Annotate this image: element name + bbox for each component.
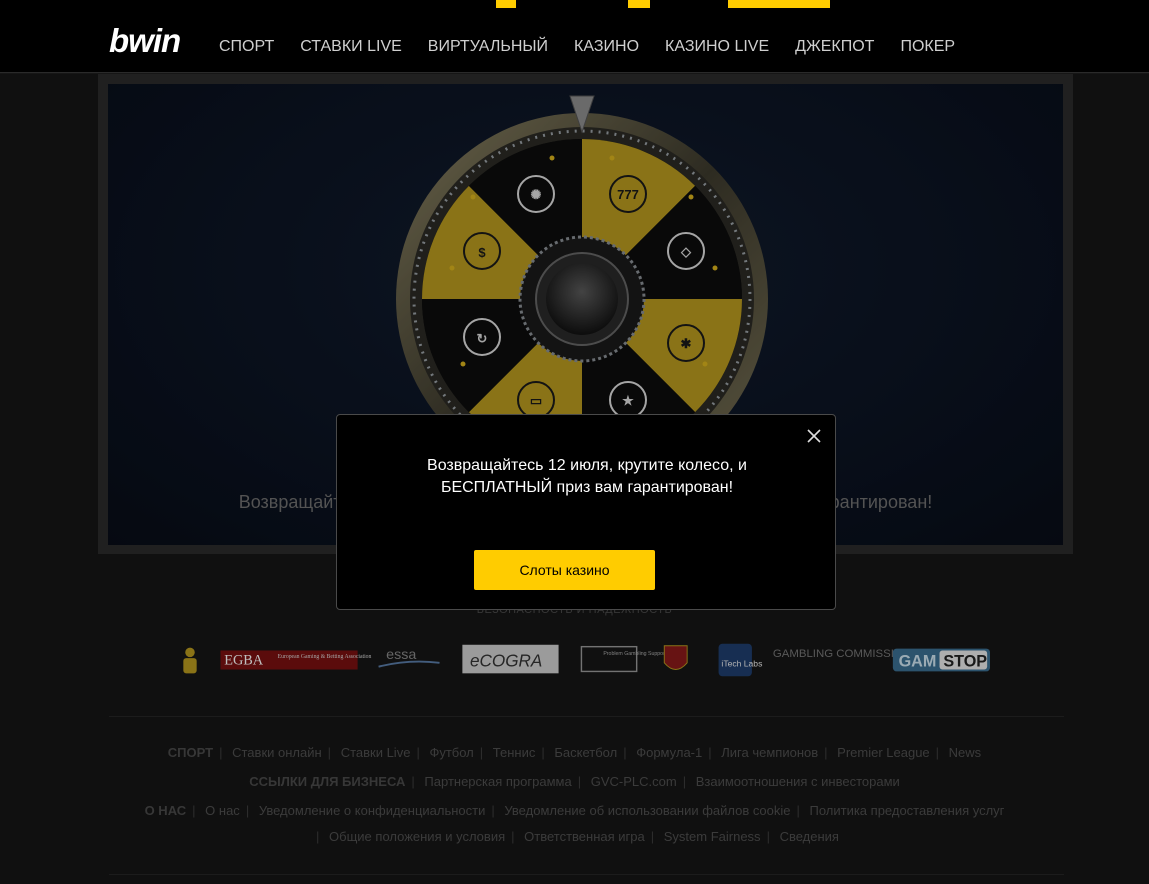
modal-message: Возвращайтесь 12 июля, крутите колесо, и…	[377, 455, 797, 499]
nav-item-sport[interactable]: СПОРТ	[219, 38, 274, 56]
footer-heading-about[interactable]: О НАС	[145, 803, 187, 818]
svg-text:▭: ▭	[530, 393, 542, 408]
footer-link[interactable]: Premier League	[837, 745, 930, 760]
itech-labs-logo[interactable]: iTech Labs	[718, 643, 763, 677]
nav-item-casino[interactable]: КАЗИНО	[574, 38, 639, 56]
svg-text:777: 777	[617, 187, 639, 202]
top-menu-stub[interactable]	[628, 0, 650, 8]
modal-message-line-1: Возвращайтесь 12 июля, крутите колесо, и	[427, 457, 747, 474]
footer-row-about: О НАС | О нас | Уведомление о конфиденциал…	[144, 803, 1005, 818]
footer-link[interactable]: Уведомление о конфиденциальности	[259, 803, 486, 818]
footer-link[interactable]: Футбол	[429, 745, 473, 760]
close-icon[interactable]	[805, 427, 823, 445]
footer-link[interactable]: Ответственная игра	[524, 829, 645, 844]
nav-item-poker[interactable]: ПОКЕР	[900, 38, 955, 56]
gambling-commission-logo[interactable]: GAMBLING COMMISSION	[773, 648, 911, 660]
footer-link[interactable]: Ставки онлайн	[232, 745, 322, 760]
footer-divider	[109, 716, 1064, 717]
top-login-button-stub[interactable]	[728, 0, 830, 8]
footer-link[interactable]: Лига чемпионов	[721, 745, 818, 760]
nav-item-jackpot[interactable]: ДЖЕКПОТ	[795, 38, 874, 56]
security-logos: EGBA European Gaming & Betting Associati…	[183, 643, 990, 677]
svg-text:✱: ✱	[681, 336, 692, 351]
svg-text:GAMBLING COMMISSION: GAMBLING COMMISSION	[773, 648, 911, 660]
bwin-logo[interactable]: bwin	[109, 22, 181, 60]
svg-text:iTech Labs: iTech Labs	[721, 659, 762, 669]
header: bwin СПОРТ СТАВКИ LIVE ВИРТУАЛЬНЫЙ КАЗИН…	[0, 0, 1149, 73]
egba-logo[interactable]: EGBA European Gaming & Betting Associati…	[220, 650, 372, 670]
svg-text:★: ★	[622, 393, 634, 408]
footer-link[interactable]: News	[949, 745, 982, 760]
nav-item-virtual[interactable]: ВИРТУАЛЬНЫЙ	[428, 38, 548, 56]
footer-row-business: ССЫЛКИ ДЛЯ БИЗНЕСА | Партнерская программ…	[249, 774, 900, 789]
footer-link[interactable]: Общие положения и условия	[329, 829, 505, 844]
svg-text:↻: ↻	[477, 331, 488, 346]
footer-link[interactable]: Сведения	[780, 829, 839, 844]
svg-text:eCOGRA: eCOGRA	[470, 651, 542, 671]
gamstop-logo[interactable]: GAM STOP	[892, 648, 990, 672]
casino-slots-button[interactable]: Слоты казино	[474, 550, 655, 590]
footer-link[interactable]: Политика предоставления услуг	[809, 803, 1004, 818]
footer-link[interactable]: Ставки Live	[341, 745, 411, 760]
footer-link[interactable]: Баскетбол	[554, 745, 617, 760]
footer-link[interactable]: О нас	[205, 803, 240, 818]
footer-link[interactable]: System Fairness	[664, 829, 761, 844]
footer-heading-business[interactable]: ССЫЛКИ ДЛЯ БИЗНЕСА	[249, 774, 405, 789]
footer-link[interactable]: GVC-PLC.com	[591, 774, 677, 789]
prize-wheel[interactable]: 777 $ ✺ ◇ ✱ ★ ▭ ↻	[395, 94, 775, 424]
top-menu-stub[interactable]	[496, 0, 516, 8]
svg-text:◇: ◇	[680, 244, 692, 259]
svg-text:essa: essa	[386, 647, 416, 663]
svg-text:EGBA: EGBA	[224, 653, 264, 669]
svg-text:STOP: STOP	[943, 653, 987, 671]
svg-text:European Gaming & Betting Asso: European Gaming & Betting Association	[278, 654, 372, 660]
svg-text:GAM: GAM	[899, 653, 937, 671]
footer-row-sport: СПОРТ | Ставки онлайн | Ставки Live | Футбо…	[167, 745, 982, 760]
modal-message-line-2: БЕСПЛАТНЫЙ приз вам гарантирован!	[440, 479, 734, 496]
footer-heading-sport[interactable]: СПОРТ	[168, 745, 213, 760]
footer-row-legal: | Общие положения и условия | Ответственн…	[316, 829, 839, 844]
svg-text:$: $	[478, 245, 486, 260]
responsible-gaming-icon[interactable]	[183, 647, 197, 674]
nav-item-live-casino[interactable]: КАЗИНО LIVE	[665, 38, 769, 56]
nav-item-live-betting[interactable]: СТАВКИ LIVE	[300, 38, 402, 56]
footer-bottom-divider	[109, 874, 1064, 875]
ecogra-logo[interactable]: eCOGRA	[462, 644, 559, 674]
footer-link[interactable]: Теннис	[493, 745, 536, 760]
main-nav: СПОРТ СТАВКИ LIVE ВИРТУАЛЬНЫЙ КАЗИНО КАЗ…	[219, 38, 981, 56]
gibraltar-crest-icon[interactable]	[663, 645, 688, 670]
problem-gambling-support-logo[interactable]: Problem Gambling Support	[580, 645, 667, 673]
spin-button[interactable]	[546, 263, 618, 335]
footer-link[interactable]: Уведомление об использовании файлов cook…	[504, 803, 790, 818]
footer-link[interactable]: Партнерская программа	[424, 774, 571, 789]
svg-text:✺: ✺	[531, 187, 542, 202]
footer-link[interactable]: Взаимоотношения с инвесторами	[696, 774, 900, 789]
promo-modal: Возвращайтесь 12 июля, крутите колесо, и…	[336, 414, 836, 610]
page: bwin СПОРТ СТАВКИ LIVE ВИРТУАЛЬНЫЙ КАЗИН…	[0, 0, 1149, 884]
footer-link[interactable]: Формула-1	[636, 745, 702, 760]
svg-text:Problem Gambling Support: Problem Gambling Support	[603, 651, 666, 657]
essa-logo[interactable]: essa	[378, 647, 440, 668]
